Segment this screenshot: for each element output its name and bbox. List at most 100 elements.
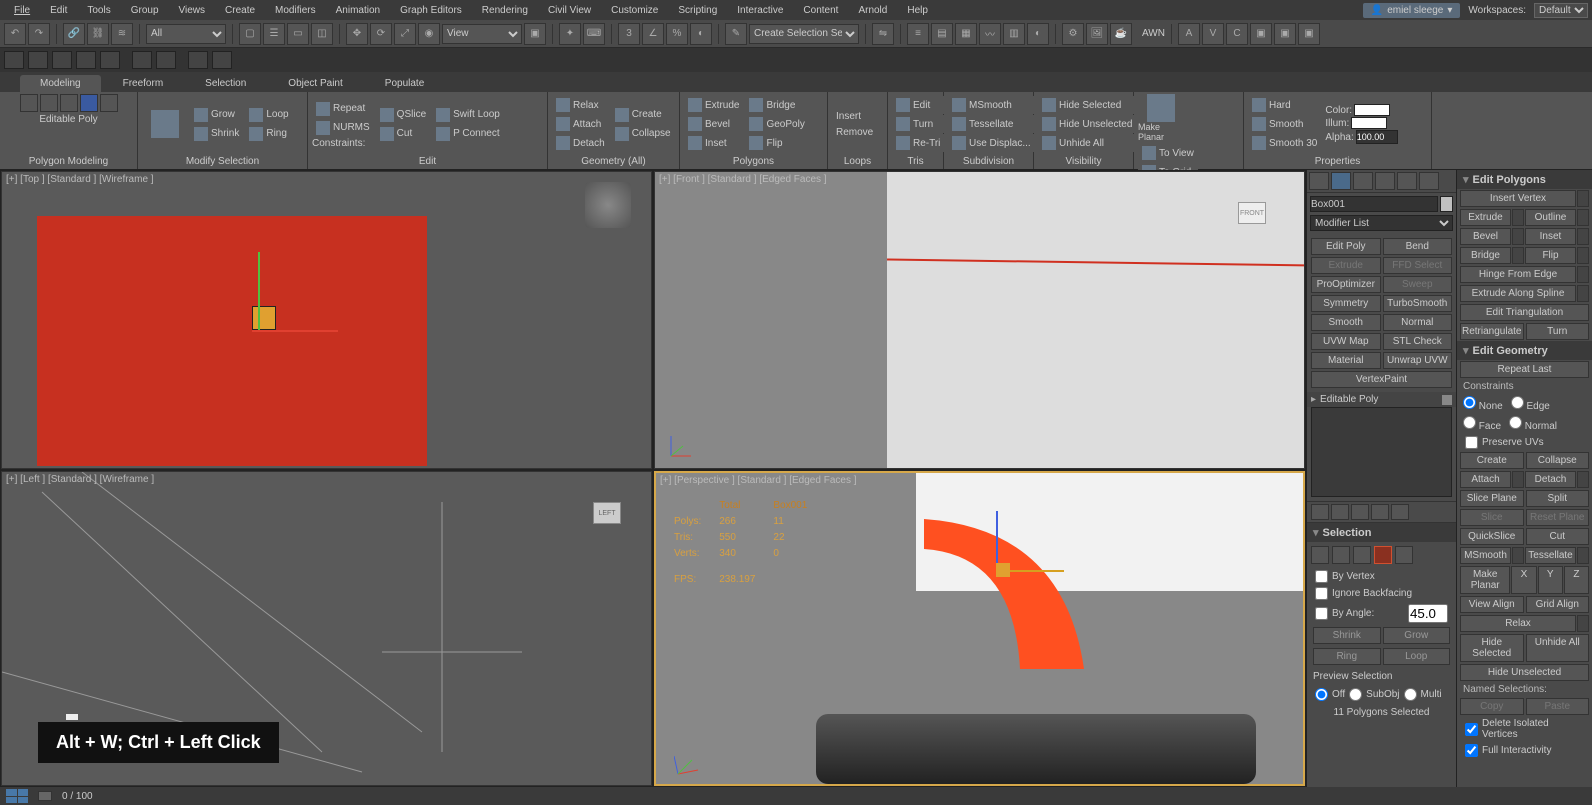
- redo-button[interactable]: ↷: [28, 23, 50, 45]
- create-tab-icon[interactable]: [1309, 172, 1329, 190]
- qa-btn-5[interactable]: [100, 51, 120, 69]
- eg-unhideall-button[interactable]: Unhide All: [1526, 634, 1590, 662]
- angle-snap-button[interactable]: ∠: [642, 23, 664, 45]
- menu-civil-view[interactable]: Civil View: [538, 3, 601, 18]
- menu-graph-editors[interactable]: Graph Editors: [390, 3, 472, 18]
- paste-sel-button[interactable]: Paste: [1526, 698, 1590, 715]
- reset-plane-button[interactable]: Reset Plane: [1526, 509, 1590, 526]
- collapse-button[interactable]: Collapse: [611, 125, 675, 143]
- grp-title-polygons[interactable]: Polygons: [684, 154, 823, 169]
- preview-off-radio[interactable]: [1315, 688, 1328, 701]
- workspaces-dropdown[interactable]: Default: [1534, 3, 1588, 18]
- mod-normal[interactable]: Normal: [1383, 314, 1453, 331]
- modifier-stack-item[interactable]: Editable Poly: [1307, 392, 1456, 407]
- menu-edit[interactable]: Edit: [40, 3, 77, 18]
- quickslice-button[interactable]: QuickSlice: [1460, 528, 1524, 545]
- preview-multi-radio[interactable]: [1404, 688, 1417, 701]
- grp-title-subdiv[interactable]: Subdivision: [948, 154, 1029, 169]
- repeat-last-button[interactable]: Repeat Last: [1460, 361, 1589, 378]
- mod-editpoly[interactable]: Edit Poly: [1311, 238, 1381, 255]
- preview-sel-button[interactable]: [142, 110, 188, 138]
- hidesel-button[interactable]: Hide Selected: [1038, 96, 1136, 114]
- pivot-center-button[interactable]: ▣: [524, 23, 546, 45]
- menu-views[interactable]: Views: [169, 3, 216, 18]
- mod-material[interactable]: Material: [1311, 352, 1381, 369]
- mod-vertexpaint[interactable]: VertexPaint: [1311, 371, 1452, 388]
- retriangulate-button[interactable]: Retriangulate: [1460, 323, 1524, 340]
- unlink-button[interactable]: ⛓: [87, 23, 109, 45]
- copy-sel-button[interactable]: Copy: [1460, 698, 1524, 715]
- move-button[interactable]: ✥: [346, 23, 368, 45]
- menu-interactive[interactable]: Interactive: [727, 3, 793, 18]
- msmooth-settings[interactable]: [1512, 547, 1524, 564]
- tessellate-button[interactable]: Tessellate: [948, 115, 1035, 133]
- menu-modifiers[interactable]: Modifiers: [265, 3, 326, 18]
- geopoly-button[interactable]: GeoPoly: [745, 115, 808, 133]
- by-vertex-checkbox[interactable]: [1315, 570, 1328, 583]
- curve-editor-button[interactable]: 〰: [979, 23, 1001, 45]
- hinge-button[interactable]: Hinge From Edge: [1460, 266, 1576, 283]
- selection-rollout-header[interactable]: Selection: [1307, 523, 1456, 542]
- planar-z-button[interactable]: Z: [1564, 566, 1589, 594]
- mirror-button[interactable]: ⇋: [872, 23, 894, 45]
- sel-loop-button[interactable]: Loop: [1383, 648, 1451, 665]
- extrude-settings[interactable]: [1512, 209, 1524, 226]
- bevel-settings[interactable]: [1512, 228, 1524, 245]
- extrude-spline-button[interactable]: Extrude Along Spline: [1460, 285, 1576, 302]
- viewport-left-label[interactable]: [+] [Left ] [Standard ] [Wireframe ]: [6, 474, 154, 485]
- edit-geometry-header[interactable]: Edit Geometry: [1457, 341, 1592, 360]
- viewport-top-label[interactable]: [+] [Top ] [Standard ] [Wireframe ]: [6, 174, 154, 185]
- qa-btn-4[interactable]: [76, 51, 96, 69]
- mod-uvwmap[interactable]: UVW Map: [1311, 333, 1381, 350]
- viewport-front-label[interactable]: [+] [Front ] [Standard ] [Edged Faces ]: [659, 174, 827, 185]
- sel-vertex-icon[interactable]: [1311, 546, 1329, 564]
- ref-coord-dropdown[interactable]: View: [442, 24, 522, 44]
- grid-align-button[interactable]: Grid Align: [1526, 596, 1590, 613]
- ep-extrude-button[interactable]: Extrude: [1460, 209, 1511, 226]
- sel-element-icon[interactable]: [1395, 546, 1413, 564]
- eg-collapse-button[interactable]: Collapse: [1526, 452, 1590, 469]
- illum-swatch[interactable]: [1351, 117, 1387, 129]
- viewport-layout-icon[interactable]: [6, 789, 28, 803]
- configure-sets-icon[interactable]: [1391, 504, 1409, 520]
- ignore-backfacing-checkbox[interactable]: [1315, 587, 1328, 600]
- ribbon-tab-selection[interactable]: Selection: [185, 75, 266, 92]
- constraint-normal-radio[interactable]: [1509, 416, 1522, 429]
- named-sel-dropdown[interactable]: Create Selection Se: [749, 24, 859, 44]
- menu-create[interactable]: Create: [215, 3, 265, 18]
- unhide-button[interactable]: Unhide All: [1038, 134, 1136, 152]
- extra1-button[interactable]: ▣: [1250, 23, 1272, 45]
- subobj-element-icon[interactable]: [100, 94, 118, 112]
- inset-settings[interactable]: [1577, 228, 1589, 245]
- bridge-button[interactable]: Bridge: [745, 96, 808, 114]
- remove-mod-icon[interactable]: [1371, 504, 1389, 520]
- subobj-border-icon[interactable]: [60, 94, 78, 112]
- viewport-persp-label[interactable]: [+] [Perspective ] [Standard ] [Edged Fa…: [660, 475, 857, 486]
- modifier-stack-body[interactable]: [1311, 407, 1452, 497]
- extrude-button[interactable]: Extrude: [684, 96, 743, 114]
- placement-button[interactable]: ◉: [418, 23, 440, 45]
- grow-button[interactable]: Grow: [190, 106, 243, 124]
- eg-tessellate-button[interactable]: Tessellate: [1525, 547, 1576, 564]
- menu-customize[interactable]: Customize: [601, 3, 668, 18]
- viewport-top[interactable]: [+] [Top ] [Standard ] [Wireframe ]: [1, 171, 652, 469]
- extrude-spline-settings[interactable]: [1577, 285, 1589, 302]
- material-editor-button[interactable]: ◐: [1027, 23, 1049, 45]
- tessellate-settings[interactable]: [1577, 547, 1589, 564]
- remove-loop-button[interactable]: Remove: [832, 125, 877, 140]
- persp-gizmo-z[interactable]: [996, 511, 998, 571]
- utilities-tab-icon[interactable]: [1419, 172, 1439, 190]
- gizmo-x-axis[interactable]: [252, 330, 338, 332]
- menu-file[interactable]: File: [4, 3, 40, 18]
- makeplanar-button[interactable]: Make Planar: [1138, 94, 1184, 142]
- bind-button[interactable]: ≋: [111, 23, 133, 45]
- viewcube-top[interactable]: [585, 182, 631, 228]
- subobj-edge-icon[interactable]: [40, 94, 58, 112]
- pconnect-button[interactable]: P Connect: [432, 125, 504, 143]
- grp-title-properties[interactable]: Properties: [1248, 154, 1427, 169]
- constraint-face-radio[interactable]: [1463, 416, 1476, 429]
- hideunsel-button[interactable]: Hide Unselected: [1038, 115, 1136, 133]
- sel-grow-button[interactable]: Grow: [1383, 627, 1451, 644]
- hierarchy-tab-icon[interactable]: [1353, 172, 1373, 190]
- render-frame-button[interactable]: 🖼: [1086, 23, 1108, 45]
